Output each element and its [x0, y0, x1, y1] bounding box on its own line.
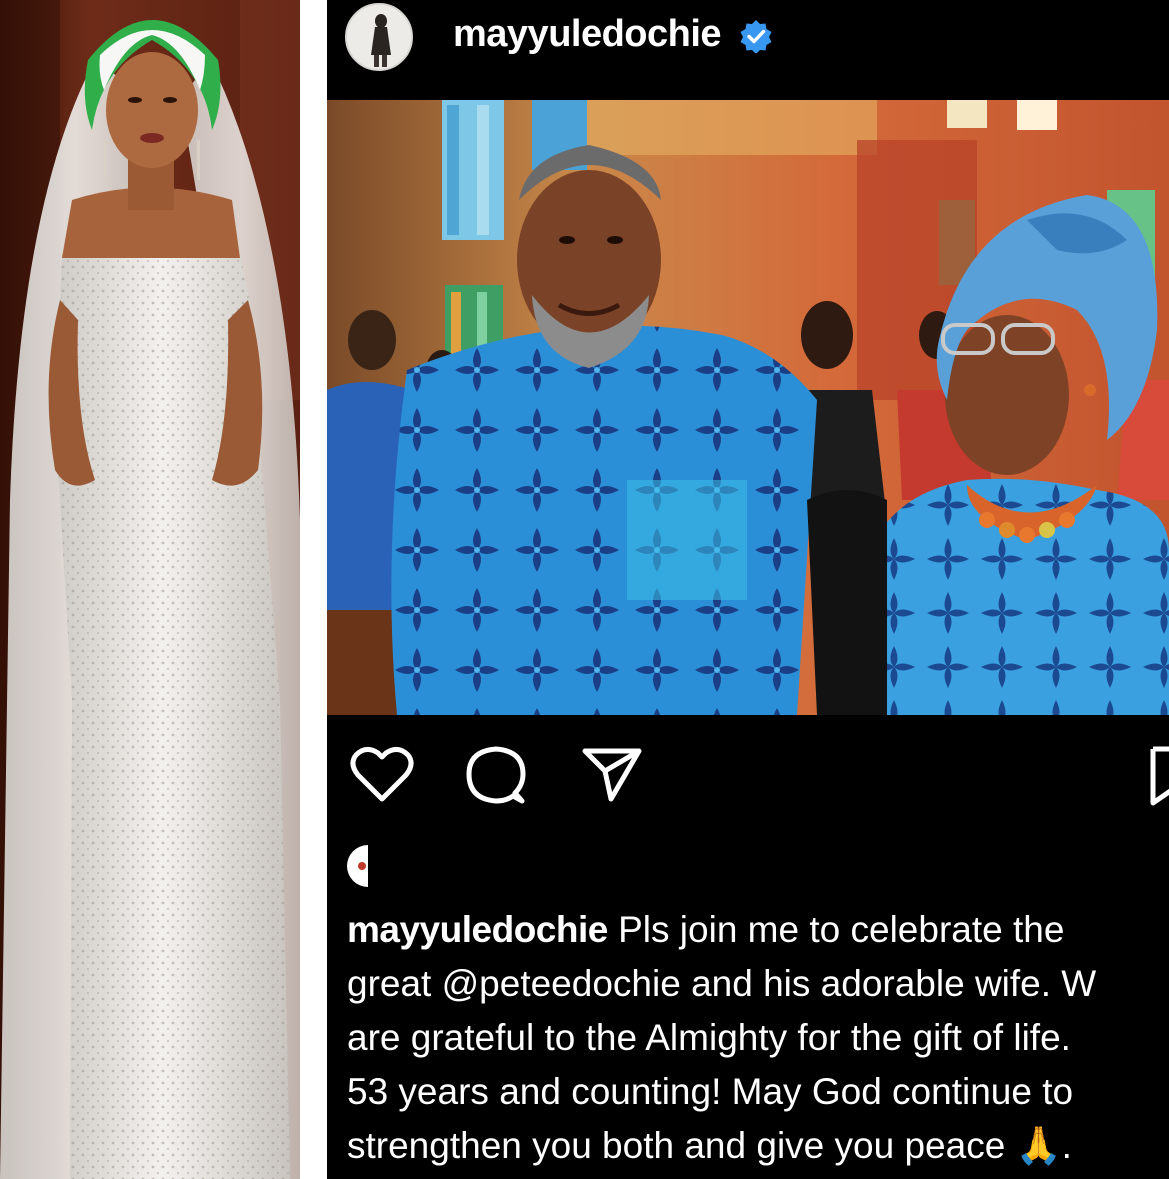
profile-avatar-image: [347, 5, 411, 69]
post-actions: [327, 730, 1169, 820]
liked-by-avatar-icon[interactable]: [345, 843, 391, 889]
post-photo-illustration: [327, 100, 1169, 715]
bride-photo-illustration: [0, 0, 300, 1179]
post-username[interactable]: mayyuledochie: [453, 10, 722, 58]
caption-line-2: great @peteedochie and his adorable wife…: [347, 963, 1097, 1004]
post-header: mayyuledochie: [327, 0, 1169, 100]
caption-username[interactable]: mayyuledochie: [347, 909, 608, 950]
bride-photo: [0, 0, 300, 1179]
caption-line-4: 53 years and counting! May God continue …: [347, 1071, 1074, 1112]
instagram-post: mayyuledochie mayyuledochie Pls join me …: [327, 0, 1169, 1179]
heart-icon[interactable]: [349, 745, 415, 805]
post-caption: mayyuledochie Pls join me to celebrate t…: [347, 903, 1169, 1173]
post-photo[interactable]: [327, 100, 1169, 715]
save-icon[interactable]: [1149, 745, 1169, 807]
caption-text-1: Pls join me to celebrate the: [618, 909, 1065, 950]
caption-line-5: strengthen you both and give you peace 🙏…: [347, 1125, 1072, 1166]
comment-icon[interactable]: [465, 745, 527, 807]
share-icon[interactable]: [581, 745, 643, 803]
profile-avatar[interactable]: [345, 3, 413, 71]
caption-line-3: are grateful to the Almighty for the gif…: [347, 1017, 1071, 1058]
caption-line-1: mayyuledochie Pls join me to celebrate t…: [347, 903, 1169, 957]
screenshot-collage: mayyuledochie mayyuledochie Pls join me …: [0, 0, 1169, 1179]
verified-badge-icon: [740, 20, 772, 53]
